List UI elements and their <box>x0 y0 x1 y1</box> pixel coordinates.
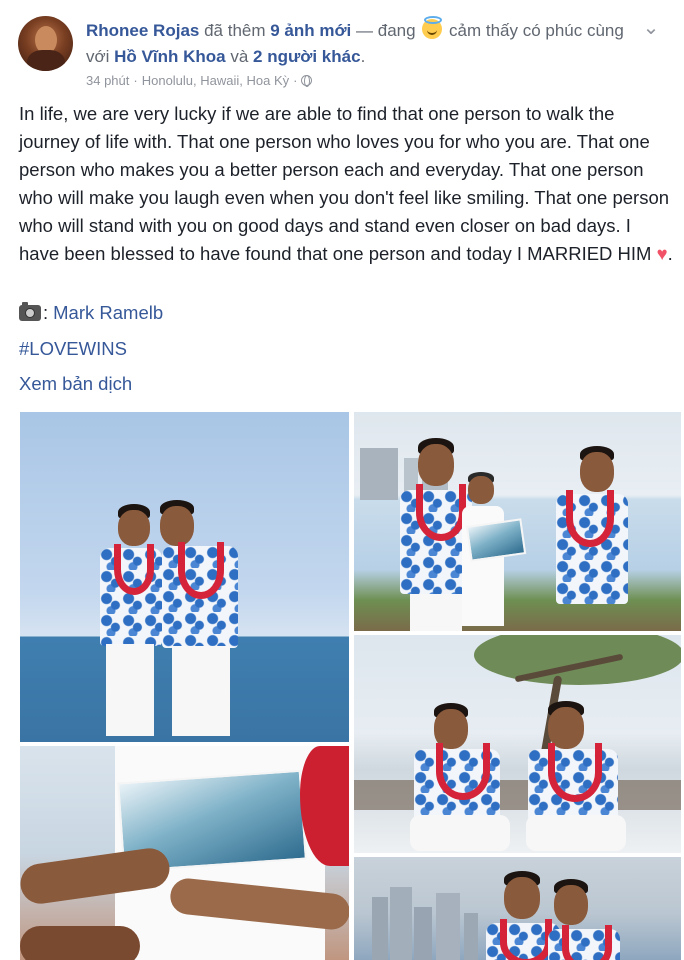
post-location[interactable]: Honolulu, Hawaii, Hoa Kỳ <box>142 73 289 88</box>
photo-4[interactable] <box>20 746 349 960</box>
photo-1[interactable] <box>20 412 349 742</box>
heart-icon: ♥ <box>656 243 668 264</box>
post-body-text: In life, we are very lucky if we are abl… <box>19 103 670 264</box>
post-time[interactable]: 34 phút <box>86 73 129 88</box>
meta-separator: · <box>133 73 138 88</box>
photographer-link[interactable]: Mark Ramelb <box>53 302 163 324</box>
and-text: và <box>225 47 254 66</box>
camera-icon <box>19 302 41 321</box>
meta-separator-2: · <box>293 73 298 88</box>
author-avatar[interactable] <box>18 16 73 71</box>
photo-3[interactable] <box>354 635 681 853</box>
photo-5[interactable] <box>354 857 681 960</box>
author-name[interactable]: Rhonee Rojas <box>86 21 199 40</box>
post-body-end: . <box>667 243 673 264</box>
header-end: . <box>360 47 366 66</box>
post-body: In life, we are very lucky if we are abl… <box>19 100 674 268</box>
action-text: đã thêm <box>199 21 271 40</box>
blessed-emoji-icon <box>422 16 443 39</box>
avatar-body <box>27 50 65 71</box>
hashtag-link[interactable]: #LOVEWINS <box>19 338 127 360</box>
photo-2[interactable] <box>354 412 681 631</box>
photo-count-link[interactable]: 9 ảnh mới <box>270 21 351 40</box>
credit-colon: : <box>43 302 49 323</box>
post-header-line: Rhonee Rojas đã thêm 9 ảnh mới — đang cả… <box>86 16 646 70</box>
tagged-person-link[interactable]: Hồ Vĩnh Khoa <box>114 47 225 66</box>
see-translation-link[interactable]: Xem bản dịch <box>19 373 132 395</box>
globe-icon[interactable] <box>301 75 313 87</box>
facebook-post: ⌄ Rhonee Rojas đã thêm 9 ảnh mới — đang … <box>0 0 684 960</box>
others-link[interactable]: 2 người khác <box>253 47 361 66</box>
feeling-prefix: — đang <box>351 21 421 40</box>
photo-credit: : Mark Ramelb <box>19 302 163 324</box>
post-meta: 34 phút · Honolulu, Hawaii, Hoa Kỳ · <box>86 73 313 88</box>
